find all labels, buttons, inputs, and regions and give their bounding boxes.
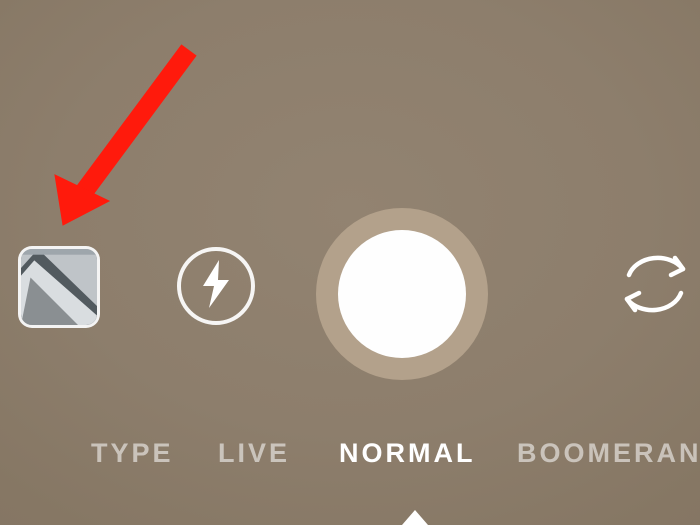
mode-normal[interactable]: NORMAL [339, 438, 475, 469]
mode-live[interactable]: LIVE [218, 438, 290, 469]
shutter-inner-circle [338, 230, 466, 358]
camera-mode-selector[interactable]: TYPE LIVE NORMAL BOOMERANG [0, 438, 700, 472]
gallery-thumbnail-icon [21, 249, 97, 325]
shutter-button[interactable] [316, 208, 488, 380]
gallery-thumbnail-button[interactable] [18, 246, 100, 328]
flash-icon [199, 260, 233, 313]
switch-camera-button[interactable] [610, 246, 700, 326]
camera-viewport: TYPE LIVE NORMAL BOOMERANG [0, 0, 700, 525]
mode-type[interactable]: TYPE [91, 438, 174, 469]
annotation-arrow-icon [45, 35, 225, 235]
switch-camera-icon [617, 253, 693, 320]
mode-boomerang[interactable]: BOOMERANG [517, 438, 700, 469]
mode-indicator-icon [402, 510, 428, 525]
flash-toggle-button[interactable] [177, 247, 255, 325]
camera-controls-row [0, 208, 700, 378]
